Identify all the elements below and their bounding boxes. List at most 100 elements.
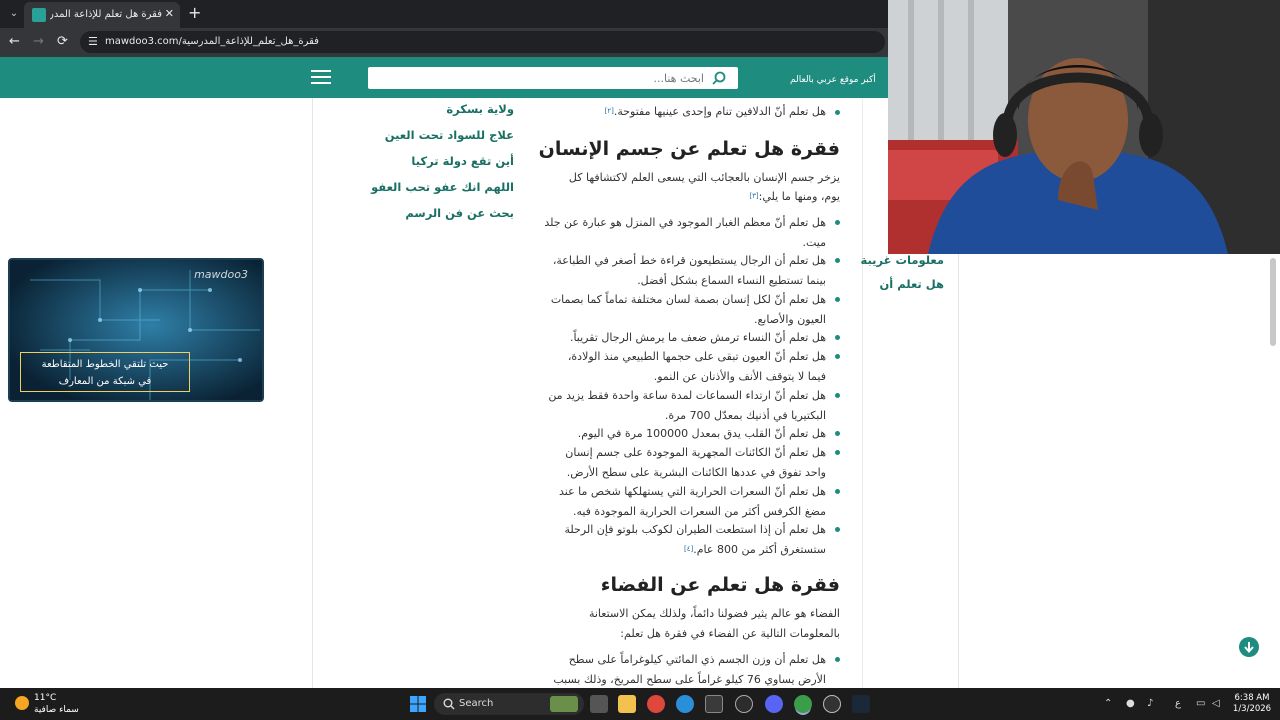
- list-item-line: هل تعلم أنّ القلب يدق بمعدل 100000 مرة ف…: [577, 427, 826, 440]
- page-scrollbar[interactable]: [1270, 258, 1276, 346]
- related-link[interactable]: اللهم انك عفو تحب العفو: [371, 179, 514, 195]
- list-item: هل تعلم أنّ القلب يدق بمعدل 100000 مرة ف…: [540, 424, 826, 444]
- section-intro-line: الفضاء هو عالم يثير فضولنا دائماً، ولذلك…: [588, 607, 840, 620]
- active-tab[interactable]: فقرة هل تعلم للإذاعة المدرسية - ✕: [24, 2, 180, 28]
- list-item-line: هل تعلم أنّ الكائنات المجهرية الموجودة ع…: [565, 446, 826, 459]
- taskbar-search[interactable]: Search: [434, 693, 584, 715]
- network-icon[interactable]: ▭: [1196, 697, 1205, 711]
- site-header: أكبر موقع عربي بالعالم: [0, 57, 888, 98]
- related-link[interactable]: أين تقع دولة تركيا: [380, 153, 514, 169]
- column-divider: [312, 98, 313, 688]
- back-button[interactable]: ←: [9, 34, 20, 50]
- related-link[interactable]: ولاية بسكرة: [380, 101, 514, 117]
- list-bullet: [835, 393, 840, 398]
- reference-link[interactable]: [٤]: [684, 545, 693, 553]
- list-item: هل تعلم أنّ الكائنات المجهرية الموجودة ع…: [540, 443, 826, 482]
- list-item-line: الأرض يساوي 76 كيلو غراماً على سطح المري…: [553, 672, 826, 686]
- list-item-line: فيما لا يتوقف الأنف والأذنان عن النمو.: [653, 369, 826, 383]
- tab-close-icon[interactable]: ✕: [165, 7, 174, 21]
- edge-icon[interactable]: [676, 695, 694, 713]
- list-item-line: البكتيريا في أذنيك بمعدّل 700 مرة.: [664, 408, 826, 422]
- list-item: هل تعلم أنّ الدلافين تنام وإحدى عينيها م…: [540, 102, 826, 122]
- webcam-image: [888, 0, 1280, 254]
- ad-caption-line: في شبكة من المعارف: [58, 376, 152, 387]
- obs-icon[interactable]: [823, 695, 841, 713]
- site-favicon-icon: [32, 8, 46, 22]
- reference-link[interactable]: [٢]: [605, 107, 614, 115]
- windows-start-icon[interactable]: [410, 696, 426, 712]
- steam-icon[interactable]: [852, 695, 870, 713]
- url-text: mawdoo3.com/فقرة_هل_تعلم_للإذاعة_المدرسي…: [105, 36, 319, 47]
- weather-condition[interactable]: سماء صافية: [34, 705, 79, 716]
- forward-button[interactable]: →: [33, 34, 44, 50]
- taskbar-clock[interactable]: 6:38 AM 1/3/2026: [1230, 693, 1274, 715]
- site-search: [368, 67, 738, 89]
- side-category[interactable]: معلومات غريبة: [834, 252, 944, 268]
- section-intro-text: يوم، ومنها ما يلي:: [758, 190, 840, 203]
- list-item-line: مضغ الكرفس أكثر من السعرات الحرارية المو…: [572, 504, 826, 518]
- new-tab-button[interactable]: +: [188, 5, 201, 21]
- taskbar-search-label: Search: [459, 698, 494, 709]
- list-bullet: [835, 489, 840, 494]
- list-item: هل تعلم أنّ النساء ترمش ضعف ما يرمش الرج…: [540, 328, 826, 348]
- column-divider: [862, 98, 863, 688]
- list-bullet: [835, 220, 840, 225]
- list-item-text: ستستغرق أكثر من 800 عام.: [693, 542, 826, 556]
- task-view-icon[interactable]: [590, 695, 608, 713]
- scroll-down-button[interactable]: [1239, 637, 1259, 657]
- webcam-overlay: [888, 0, 1280, 254]
- chrome-icon[interactable]: [647, 695, 665, 713]
- chatgpt-icon[interactable]: [735, 695, 753, 713]
- discord-icon[interactable]: [765, 695, 783, 713]
- reload-button[interactable]: ⟳: [57, 34, 68, 50]
- list-item-line: هل تعلم أنّ النساء ترمش ضعف ما يرمش الرج…: [569, 331, 826, 344]
- list-bullet: [835, 657, 840, 662]
- search-icon[interactable]: [712, 71, 726, 85]
- keyboard-language[interactable]: ع: [1175, 697, 1181, 711]
- tab-title: فقرة هل تعلم للإذاعة المدرسية -: [50, 9, 162, 20]
- list-item: هل تعلم أنّ ارتداء السماعات لمدة ساعة وا…: [540, 386, 826, 425]
- file-explorer-icon[interactable]: [618, 695, 636, 713]
- advertisement-banner[interactable]: mawdoo3 حيث تلتقي الخطوط المتقاطعة في شب…: [8, 258, 264, 402]
- list-bullet: [835, 354, 840, 359]
- site-info-icon[interactable]: ☰: [88, 35, 98, 48]
- menu-icon[interactable]: [311, 70, 331, 84]
- list-item: هل تعلم أن الرجال يستطيعون قراءة خط أصغر…: [540, 251, 826, 290]
- weather-temperature[interactable]: 11°C: [34, 693, 56, 704]
- search-input[interactable]: [398, 67, 704, 89]
- list-item: هل تعلم أنّ العيون تبقى على حجمها الطبيع…: [540, 347, 826, 386]
- list-bullet: [835, 335, 840, 340]
- section-intro-line: يزخر جسم الإنسان بالعجائب التي يسعى العل…: [568, 171, 840, 184]
- arrow-down-icon: [1244, 642, 1254, 654]
- weather-sun-icon: [15, 696, 29, 710]
- list-item-line: هل تعلم أنّ معظم الغبار الموجود في المنز…: [544, 216, 826, 229]
- volume-icon[interactable]: ◁: [1212, 697, 1220, 711]
- side-category[interactable]: هل تعلم أن: [834, 276, 944, 292]
- list-item-line: بينما تستطيع النساء السماع بشكل أفضل.: [637, 273, 826, 287]
- list-item: هل تعلم أنّ لكل إنسان بصمة لسان مختلفة ت…: [540, 290, 826, 329]
- section-intro-line: يوم، ومنها ما يلي:[٣]: [540, 187, 840, 207]
- microphone-icon[interactable]: ♪: [1147, 697, 1153, 711]
- list-item-line: العيون والأصابع.: [753, 312, 826, 326]
- tab-search-dropdown-icon[interactable]: ⌄: [5, 5, 23, 23]
- clock-date: 1/3/2026: [1232, 704, 1272, 714]
- tray-app-icon[interactable]: ●: [1126, 697, 1135, 711]
- related-link[interactable]: بحث عن فن الرسم: [380, 205, 514, 221]
- ad-caption: حيث تلتقي الخطوط المتقاطعة في شبكة من ال…: [20, 352, 190, 392]
- section-heading: فقرة هل تعلم عن الفضاء: [600, 574, 840, 596]
- list-item: هل تعلم أنّ السعرات الحرارية التي يستهلك…: [540, 482, 826, 521]
- reference-link[interactable]: [٣]: [749, 192, 758, 200]
- list-bullet: [835, 297, 840, 302]
- store-icon[interactable]: [705, 695, 723, 713]
- list-bullet: [835, 450, 840, 455]
- list-item-line: هل تعلم أن وزن الجسم ذي المائتي كيلوغرام…: [568, 653, 826, 666]
- ad-caption-line: حيث تلتقي الخطوط المتقاطعة: [41, 359, 169, 370]
- address-bar[interactable]: ☰ mawdoo3.com/فقرة_هل_تعلم_للإذاعة_المدر…: [80, 31, 885, 53]
- related-link[interactable]: علاج للسواد تحت العين: [380, 127, 514, 143]
- list-item-line: ستستغرق أكثر من 800 عام.[٤]: [540, 540, 826, 560]
- chrome-active-icon[interactable]: [794, 695, 812, 713]
- list-item-line: هل تعلم أن إذا استطعت الطيران لكوكب بلوت…: [564, 523, 826, 536]
- clock-time: 6:38 AM: [1234, 693, 1270, 703]
- section-intro-line: بالمعلومات التالية عن الفضاء في فقرة هل …: [620, 627, 840, 640]
- tray-chevron-icon[interactable]: ⌃: [1104, 697, 1112, 711]
